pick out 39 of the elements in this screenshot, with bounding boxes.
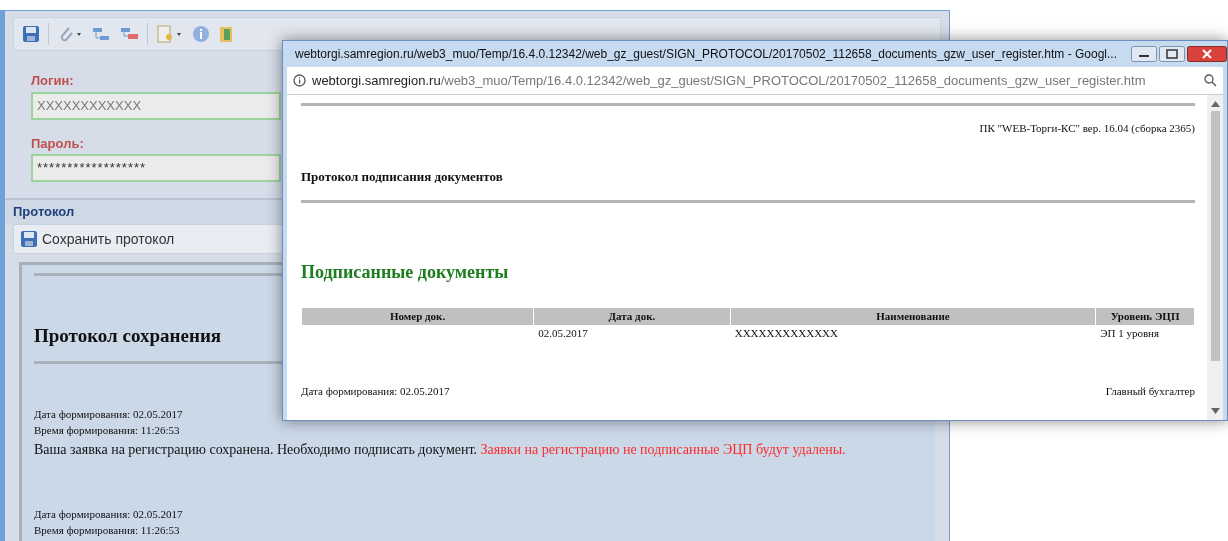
table-cell-text: ЭП 1 уровня [1099,325,1161,341]
scrollbar[interactable] [1207,95,1223,420]
scroll-down-icon[interactable] [1210,408,1220,414]
address-bar[interactable]: webtorgi.samregion.ru/web3_muo/Temp/16.4.0.12342/web_gz_guest/SIGN_PROTOCOL/20170502_112658_documents_gzw_user_register.htm [287,67,1223,95]
column-header: Уровень ЭЦП [1096,308,1194,325]
info-icon[interactable] [293,74,306,87]
field-label: Пароль: [31,134,84,153]
message-text: Ваша заявка на регистрацию сохранена. Необходимо подписать документ. [34,441,477,457]
panel-title: Протокол [13,203,75,222]
warning-text: Заявки на регистрацию не подписанные ЭЦП будут удалены. [480,441,846,457]
heading: Протокол сохранения [34,324,222,348]
maximize-button[interactable] [1159,46,1186,62]
window-title: webtorgi.samregion.ru/web3_muo/Temp/16.4.0.12342/web_gz_guest/SIGN_PROTOCOL/20170502_112658_documents_gzw_user_register.htm - Googl... [295,46,1118,63]
field-label: Логин: [31,72,74,90]
column-header: Наименование [730,308,1096,325]
column-header: Номер док. [302,308,534,325]
footer-text: Главный бухгалтер [1105,384,1195,399]
column-header: Дата док. [534,308,730,325]
close-button[interactable] [1187,46,1228,62]
zoom-icon[interactable] [1204,74,1217,87]
table-cell-text: XXXXXXXXXXXXX [733,325,839,341]
section-heading: Подписанные документы [301,261,509,284]
time-text: Время формирования: 11:26:53 [34,523,180,538]
save-icon [20,230,38,248]
save-icon[interactable] [22,25,40,43]
save-protocol-button[interactable]: Сохранить протокол [20,228,175,250]
table-cell-text: 02.05.2017 [537,325,589,341]
tree-icon[interactable] [91,25,111,43]
date-text: Дата формирования: 02.05.2017 [34,506,183,522]
minimize-button[interactable] [1131,46,1158,62]
date-text: Дата формирования: 02.05.2017 [34,406,183,422]
time-text: Время формирования: 11:26:53 [34,423,180,438]
version-text: ПК "WEB-Торги-КС" вер. 16.04 (сборка 2365) [979,121,1195,136]
login-field[interactable]: XXXXXXXXXXXX [31,91,281,120]
heading: Протокол подписания документов [301,167,503,186]
address-text: webtorgi.samregion.ru/web3_muo/Temp/16.4.0.12342/web_gz_guest/SIGN_PROTOCOL/20170502_112658_documents_gzw_user_register.htm [312,71,1146,90]
footer-text: Дата формирования: 02.05.2017 [301,384,450,399]
scroll-up-icon[interactable] [1210,101,1220,107]
password-field[interactable]: ****************** [31,154,281,182]
